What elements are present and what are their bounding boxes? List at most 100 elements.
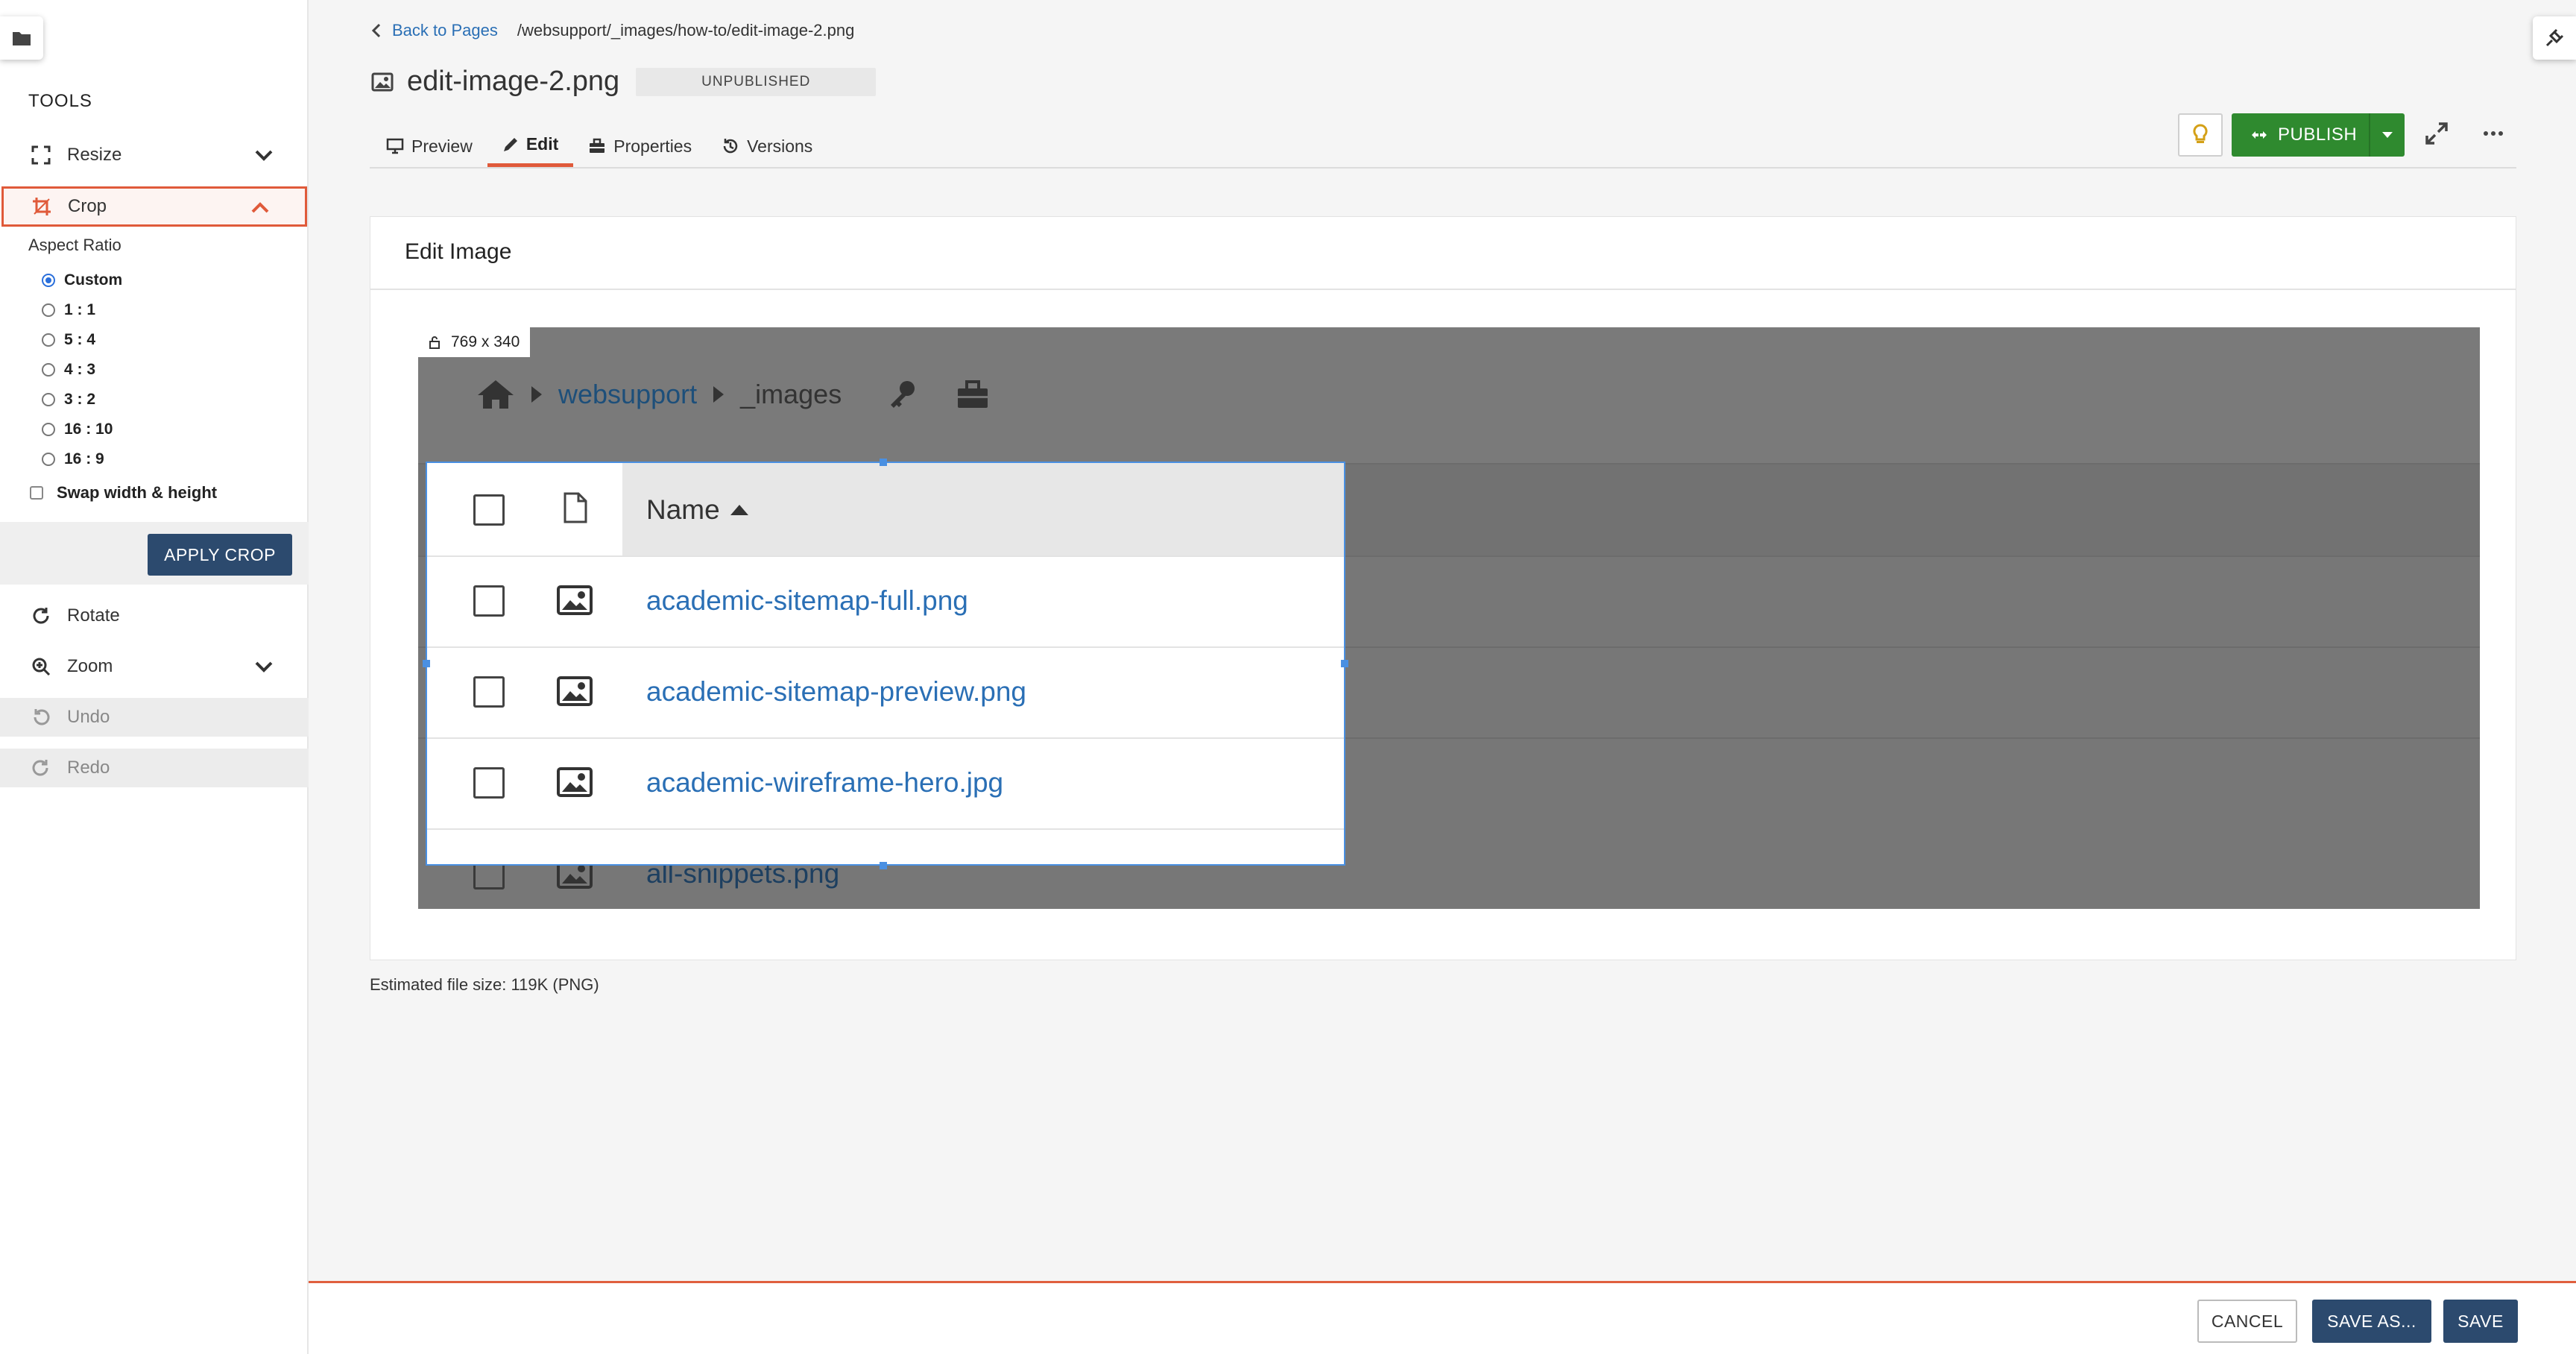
tool-undo[interactable]: Undo (0, 698, 309, 737)
tab-properties[interactable]: Properties (573, 125, 707, 167)
apply-crop-button[interactable]: APPLY CROP (148, 534, 292, 576)
tool-resize[interactable]: Resize (0, 131, 309, 179)
radio-button[interactable] (42, 393, 55, 406)
plugin-button[interactable] (2533, 16, 2576, 60)
ratio-label: 16 : 10 (64, 421, 113, 438)
radio-button[interactable] (42, 274, 55, 287)
aspect-ratio-label: Aspect Ratio (28, 236, 121, 254)
plug-icon (2545, 28, 2564, 48)
checkbox (473, 767, 505, 799)
history-icon (722, 137, 739, 155)
ratio-label: 3 : 2 (64, 391, 96, 408)
image-file-row-partial (427, 828, 1344, 864)
save-as-button[interactable]: SAVE AS... (2312, 1300, 2431, 1343)
pencil-icon (502, 136, 519, 153)
ratio-4-3[interactable]: 4 : 3 (42, 358, 95, 382)
swap-label: Swap width & height (57, 483, 218, 502)
lightbulb-icon (2192, 124, 2209, 146)
tool-crop-label: Crop (68, 196, 107, 216)
tab-label: Preview (411, 136, 473, 156)
back-to-pages-link[interactable]: Back to Pages (392, 21, 498, 40)
ratio-1-1[interactable]: 1 : 1 (42, 298, 95, 322)
file-name: academic-wireframe-hero.jpg (646, 767, 1004, 798)
ratio-custom[interactable]: Custom (42, 268, 122, 292)
publish-dropdown-toggle[interactable] (2369, 113, 2405, 157)
image-breadcrumb: websupport _images (476, 378, 989, 411)
cancel-button[interactable]: CANCEL (2197, 1300, 2297, 1343)
ratio-3-2[interactable]: 3 : 2 (42, 388, 95, 412)
chevron-down-icon (253, 656, 274, 677)
file-icon (563, 491, 588, 524)
radio-button[interactable] (42, 333, 55, 347)
tool-redo[interactable]: Redo (0, 749, 309, 787)
publish-button[interactable]: PUBLISH (2232, 113, 2369, 157)
checkbox (473, 494, 505, 526)
expand-button[interactable] (2424, 121, 2449, 146)
tips-button[interactable] (2178, 113, 2223, 157)
apply-crop-area: APPLY CROP (0, 522, 309, 585)
lock-icon (429, 336, 441, 349)
more-options-button[interactable] (2481, 121, 2506, 146)
image-file-row: academic-wireframe-hero.jpg (427, 737, 1344, 828)
dimensions-value: 769 x 340 (451, 333, 520, 350)
crop-handle-bottom[interactable] (880, 862, 887, 869)
tab-label: Versions (747, 136, 813, 156)
image-icon (557, 676, 593, 706)
ratio-16-9[interactable]: 16 : 9 (42, 447, 104, 471)
crop-icon (31, 195, 53, 218)
ratio-label: 5 : 4 (64, 331, 96, 348)
tools-panel: TOOLS Resize Crop Aspect Ratio Custom 1 … (0, 0, 309, 1354)
save-button[interactable]: SAVE (2443, 1300, 2518, 1343)
tab-edit[interactable]: Edit (487, 125, 574, 167)
checkbox[interactable] (30, 486, 43, 500)
edit-image-card: Edit Image 769 x 340 websupport _images (370, 216, 2516, 960)
file-path: /websupport/_images/how-to/edit-image-2.… (517, 21, 855, 40)
ratio-label: 16 : 9 (64, 450, 104, 467)
tools-heading: TOOLS (28, 91, 92, 111)
ratio-16-10[interactable]: 16 : 10 (42, 418, 113, 441)
image-crumb-folder: _images (740, 379, 842, 409)
ratio-label: Custom (64, 271, 123, 289)
estimated-file-size: Estimated file size: 119K (PNG) (370, 975, 599, 994)
tab-label: Properties (613, 136, 692, 156)
ratio-label: 1 : 1 (64, 301, 96, 318)
publish-button-group: PUBLISH (2232, 113, 2405, 157)
tool-zoom[interactable]: Zoom (0, 643, 309, 690)
undo-icon (30, 706, 52, 728)
crop-handle-right[interactable] (1341, 660, 1348, 667)
folder-icon (12, 30, 31, 46)
radio-button[interactable] (42, 423, 55, 436)
image-canvas[interactable]: 769 x 340 websupport _images all-snippet… (418, 327, 2480, 909)
expand-icon (2424, 121, 2449, 146)
image-crumb-site: websupport (558, 379, 698, 409)
breadcrumb: Back to Pages /websupport/_images/how-to… (371, 21, 854, 40)
tool-rotate[interactable]: Rotate (0, 592, 309, 640)
name-column-header: Name (646, 494, 748, 526)
folder-button[interactable] (0, 16, 43, 60)
radio-button[interactable] (42, 303, 55, 317)
image-icon (557, 585, 593, 615)
publish-icon (2251, 128, 2267, 142)
tab-preview[interactable]: Preview (371, 125, 487, 167)
checkbox (473, 676, 505, 708)
toolbox-icon (956, 380, 989, 409)
tool-crop[interactable]: Crop (1, 186, 307, 227)
ratio-5-4[interactable]: 5 : 4 (42, 328, 95, 352)
file-name: academic-sitemap-preview.png (646, 676, 1027, 707)
tab-label: Edit (525, 134, 559, 154)
ratio-label: 4 : 3 (64, 361, 96, 378)
crop-handle-top[interactable] (880, 459, 887, 466)
zoom-icon (30, 655, 52, 678)
dimensions-label: 769 x 340 (418, 327, 531, 357)
crop-selection[interactable]: Name academic-sitemap-full.png academic-… (426, 462, 1345, 866)
radio-button[interactable] (42, 363, 55, 377)
title-row: edit-image-2.png UNPUBLISHED (371, 66, 877, 98)
resize-icon (30, 144, 52, 166)
swap-dimensions-checkbox[interactable]: Swap width & height (30, 483, 217, 503)
caret-down-icon (2382, 132, 2393, 138)
tool-resize-label: Resize (67, 145, 122, 165)
tab-versions[interactable]: Versions (707, 125, 827, 167)
radio-button[interactable] (42, 453, 55, 466)
image-file-icon (371, 72, 394, 92)
crop-handle-left[interactable] (423, 660, 430, 667)
